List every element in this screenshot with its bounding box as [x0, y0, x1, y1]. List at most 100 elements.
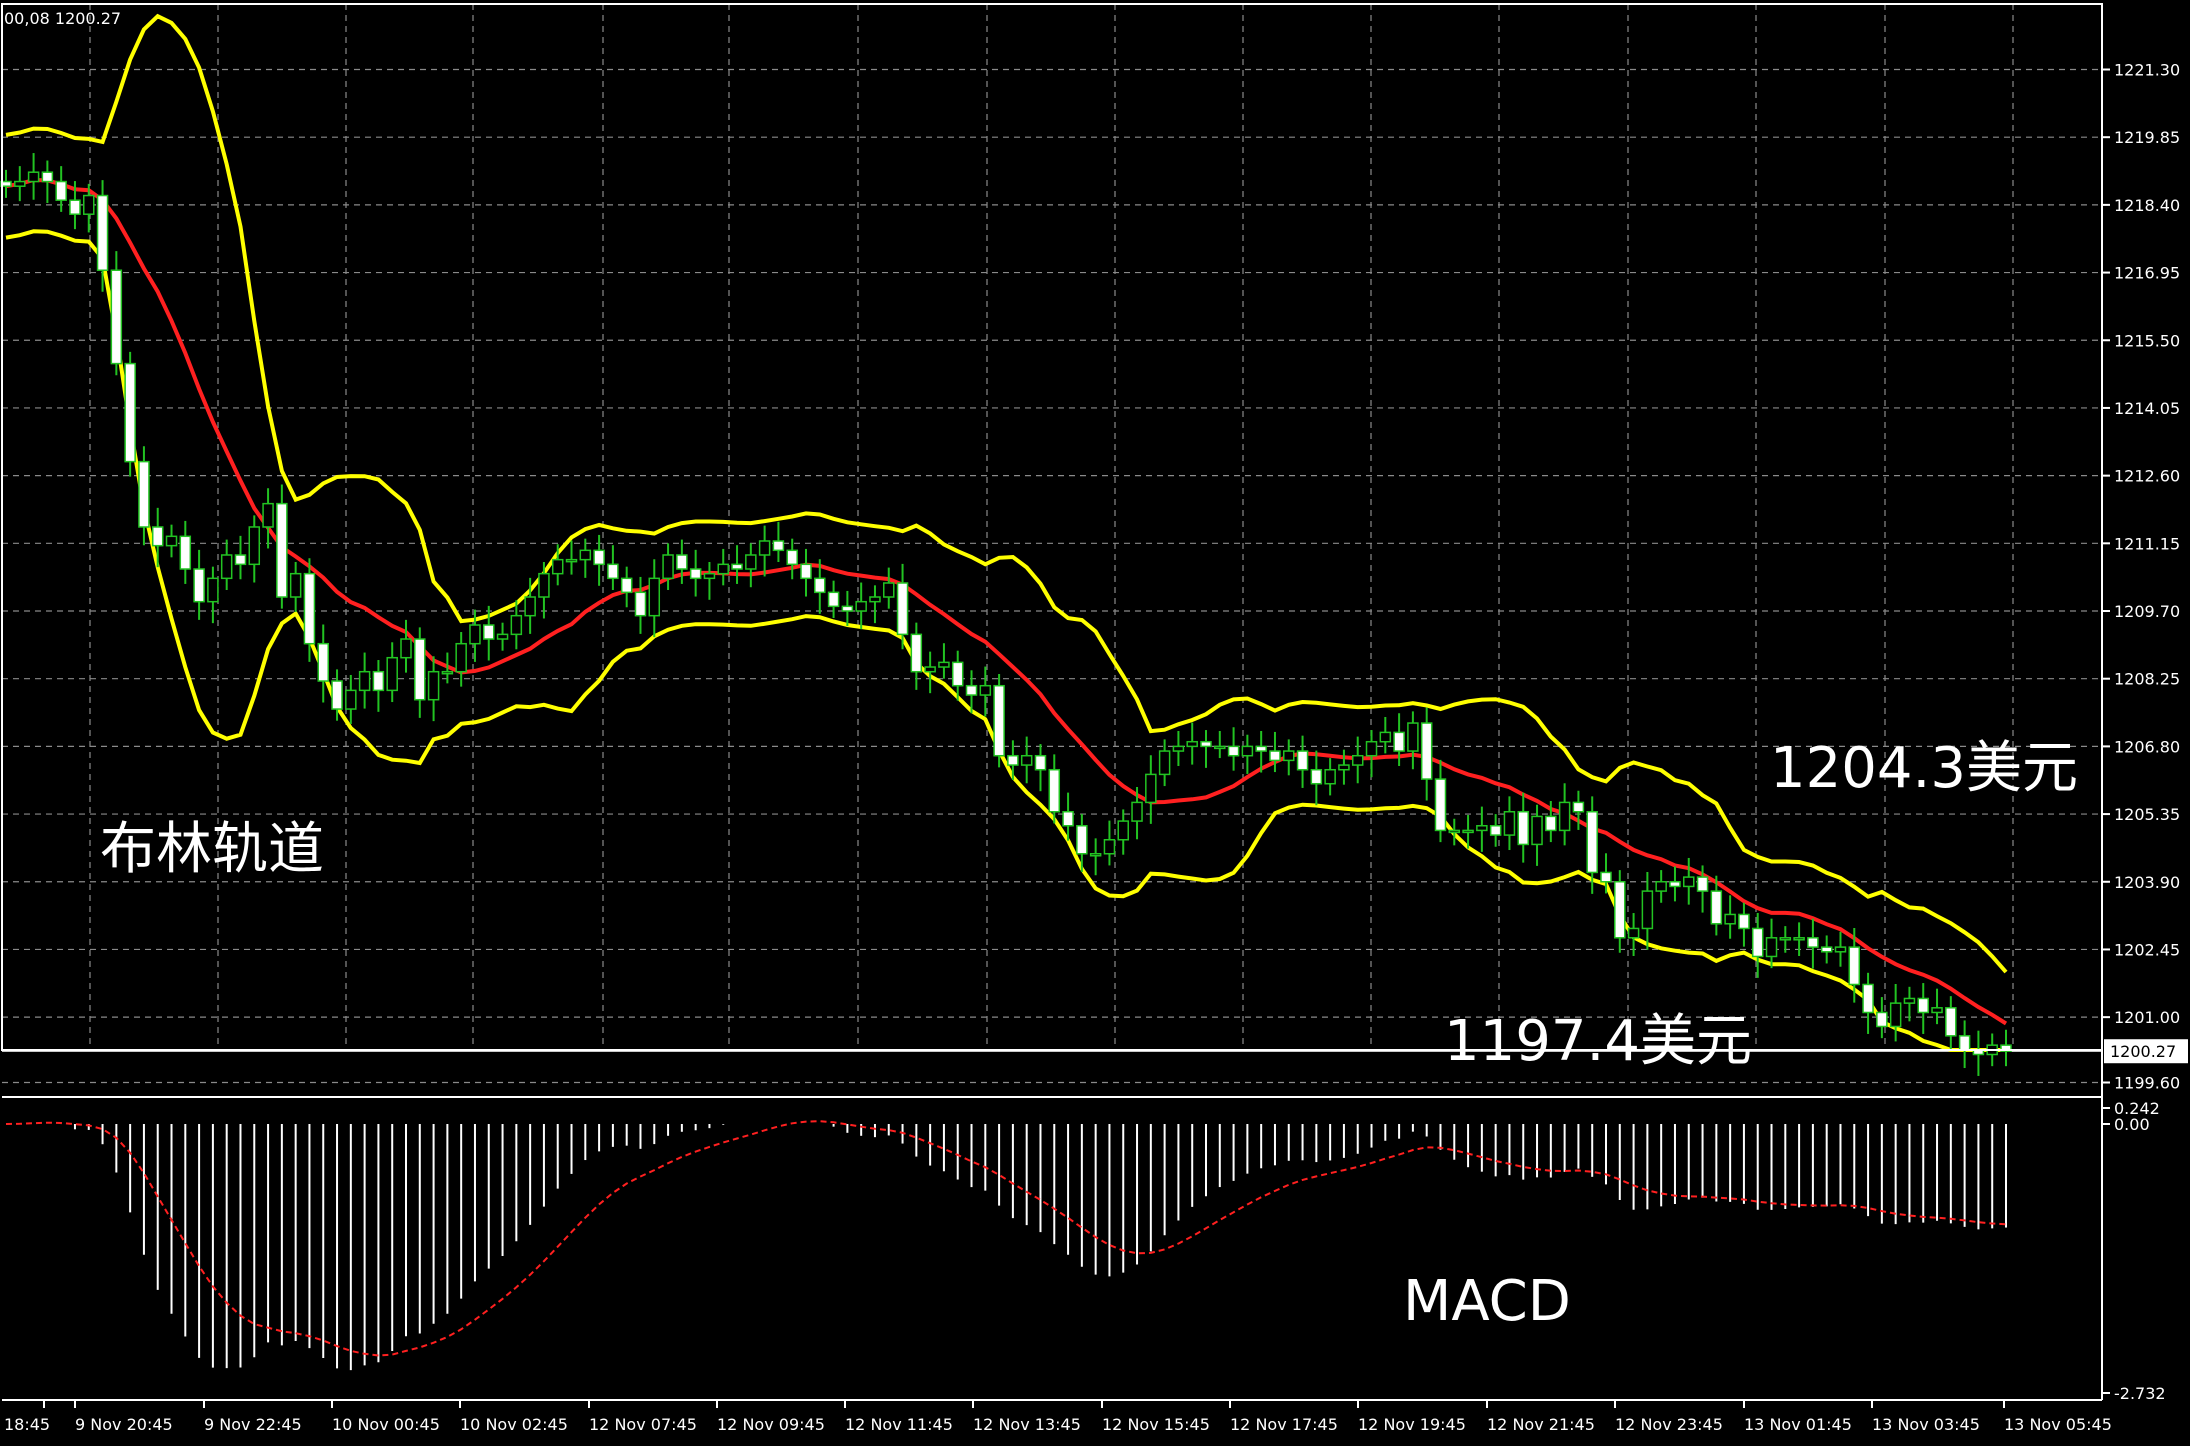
candle-bull [83, 194, 95, 215]
time-axis: 18:45 9 Nov 20:45 9 Nov 22:45 10 Nov 00:45 1… [4, 1400, 2112, 1434]
candle-bull [1365, 740, 1378, 757]
candle-bull [400, 638, 412, 659]
candle-bear [827, 591, 840, 608]
candle-bear [1917, 997, 1929, 1014]
candle-bull [758, 540, 771, 556]
candle-bull [165, 535, 178, 547]
candle-bear [814, 577, 826, 594]
y-tick-label: 1209.70 [2114, 602, 2180, 621]
candle-bull [496, 633, 509, 640]
y-tick-label: 1218.40 [2114, 196, 2180, 215]
candle-bear [1076, 824, 1088, 855]
candle-bull [1103, 839, 1116, 855]
candle-bear [1820, 946, 1833, 953]
candle-bear [951, 661, 964, 687]
candle-bull [1834, 946, 1847, 953]
candle-bear [414, 638, 426, 701]
candle-bear [965, 684, 978, 696]
upper-band-price-label: 1204.3美元 [1770, 736, 2078, 801]
candle-bull [1683, 876, 1695, 888]
candle-bull [1407, 722, 1419, 752]
x-tick-label: 12 Nov 19:45 [1358, 1415, 1466, 1434]
candle-bull [1462, 829, 1474, 834]
x-tick-label: 12 Nov 09:45 [717, 1415, 825, 1434]
candle-bear [1572, 801, 1585, 813]
candle-bear [1227, 745, 1240, 757]
macd-tick-label: -2.732 [2114, 1384, 2166, 1403]
candle-bull [1531, 815, 1543, 846]
candles [0, 153, 2012, 1076]
candle-bear [1489, 824, 1502, 836]
x-tick-label: 12 Nov 13:45 [973, 1415, 1081, 1434]
y-tick-label: 1201.00 [2114, 1008, 2180, 1027]
candle-bull [1931, 1007, 1943, 1014]
y-tick-label: 1202.45 [2114, 940, 2180, 959]
candle-bull [1324, 768, 1336, 785]
price-pane-border [1, 3, 2103, 1051]
candle-bear [1007, 754, 1019, 766]
candle-bull [27, 171, 40, 183]
candle-bull [1117, 820, 1129, 841]
y-tick-label: 1214.05 [2114, 399, 2180, 418]
candle-bull [1020, 754, 1033, 766]
candle-bull [1158, 750, 1171, 776]
candle-bear [110, 269, 123, 365]
candle-bull [1186, 740, 1198, 748]
candle-bull [1655, 881, 1667, 892]
candle-bear [1945, 1007, 1957, 1037]
candle-bull [1283, 750, 1295, 762]
candle-bear [1269, 750, 1281, 762]
candle-bull [1627, 927, 1640, 939]
candle-bear [689, 568, 702, 580]
candle-bear [1738, 913, 1750, 930]
candle-bull [979, 684, 992, 696]
x-tick-label: 9 Nov 20:45 [75, 1415, 173, 1434]
candle-bull [1089, 853, 1102, 857]
candle-bull [1448, 829, 1461, 834]
candle-bear [731, 563, 743, 570]
x-tick-label: 13 Nov 01:45 [1744, 1415, 1852, 1434]
candle-bear [1034, 754, 1047, 771]
macd-signal-line [5, 1120, 2007, 1357]
candle-bull [248, 526, 261, 566]
candle-bull [427, 670, 440, 701]
candle-bear [193, 568, 205, 603]
candle-bear [1848, 946, 1861, 986]
candle-bear [96, 194, 109, 271]
candle-bull [1338, 764, 1350, 771]
candle-bull [924, 666, 936, 673]
bollinger-label: 布林轨道 [100, 817, 324, 882]
candle-bull [1724, 913, 1736, 925]
candle-bear [1586, 810, 1598, 874]
macd-tick-label: 0.00 [2114, 1115, 2150, 1134]
y-tick-label: 1221.30 [2114, 61, 2180, 80]
candle-bear [1958, 1035, 1971, 1051]
candle-bull [1476, 824, 1488, 832]
forex-chart[interactable]: 1221.30 1219.85 1218.40 1216.95 1215.50 1214.… [0, 0, 2190, 1446]
candle-bull [14, 180, 26, 187]
candle-bear [634, 591, 647, 617]
y-tick-label: 1219.85 [2114, 128, 2180, 147]
candle-bull [1793, 937, 1805, 941]
y-tick-label: 1208.25 [2114, 670, 2180, 689]
candle-bull [1145, 773, 1157, 804]
x-tick-label: 12 Nov 21:45 [1487, 1415, 1595, 1434]
candle-bull [745, 554, 757, 570]
candle-bear [772, 540, 785, 552]
candle-bull [855, 600, 867, 612]
candle-bear [607, 563, 619, 580]
candle-bull [1558, 801, 1571, 832]
candle-bear [993, 684, 1005, 757]
candle-bull [1889, 1002, 1902, 1028]
candle-bear [841, 605, 854, 612]
candle-bull [1641, 890, 1654, 930]
candle-bear [151, 526, 164, 547]
candle-bear [303, 572, 316, 645]
y-tick-label: 1205.35 [2114, 805, 2180, 824]
candle-bear [800, 563, 812, 580]
candle-bull [717, 563, 729, 575]
candle-bull [510, 614, 523, 636]
candle-bear [483, 624, 495, 640]
x-tick-label: 12 Nov 07:45 [589, 1415, 697, 1434]
candle-bear [124, 362, 136, 463]
